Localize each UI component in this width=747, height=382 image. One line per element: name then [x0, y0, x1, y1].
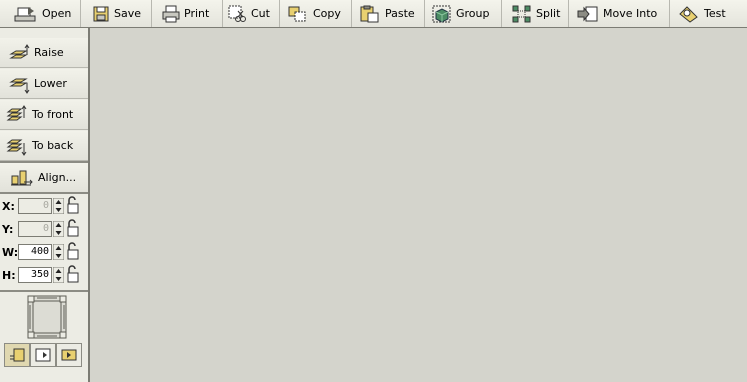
raise-button[interactable]: Raise — [0, 38, 88, 68]
test-button[interactable]: Test — [670, 0, 747, 27]
split-button[interactable]: Split — [502, 0, 569, 27]
save-button[interactable]: Save — [81, 0, 152, 27]
cut-label: Cut — [251, 7, 270, 20]
w-field-row: W: 400 — [2, 241, 80, 263]
h-label: H: — [2, 268, 16, 282]
main-toolbar: Open Save Print Cut Copy Paste Group Spl… — [0, 0, 747, 28]
spinner-arrows-icon — [52, 243, 65, 261]
to-front-icon — [6, 104, 27, 120]
h-field-row: H: 350 — [2, 264, 80, 286]
save-icon — [93, 6, 109, 21]
move-into-button[interactable]: Move Into — [569, 0, 670, 27]
to-front-label: To front — [32, 108, 74, 121]
h-spinner[interactable] — [52, 266, 65, 284]
to-back-button[interactable]: To back — [0, 131, 88, 161]
y-label: Y: — [2, 222, 14, 236]
group-icon — [432, 5, 451, 23]
x-lock-toggle[interactable] — [66, 195, 80, 217]
w-spinner[interactable] — [52, 243, 65, 261]
test-label: Test — [704, 7, 726, 20]
spinner-arrows-icon — [52, 266, 65, 284]
lower-icon — [9, 78, 30, 94]
print-label: Print — [184, 7, 210, 20]
copy-button[interactable]: Copy — [280, 0, 352, 27]
sidebar-divider — [0, 192, 88, 194]
sidebar-divider — [0, 290, 88, 292]
spinner-arrows-icon — [52, 220, 65, 238]
to-back-icon — [6, 139, 27, 156]
copy-icon — [288, 6, 306, 21]
y-field-row: Y: 0 — [2, 218, 80, 240]
unlock-icon — [67, 195, 79, 213]
raise-icon — [9, 43, 30, 58]
frame-anchor-icon — [27, 295, 67, 339]
align-icon — [11, 170, 33, 185]
paste-label: Paste — [385, 7, 415, 20]
open-label: Open — [42, 7, 72, 20]
group-button[interactable]: Group — [425, 0, 502, 27]
anchor-frame-widget[interactable] — [27, 295, 67, 339]
x-label: X: — [2, 199, 15, 213]
split-label: Split — [536, 7, 561, 20]
y-lock-toggle[interactable] — [66, 218, 80, 240]
unlock-icon — [67, 218, 79, 236]
x-input[interactable]: 0 — [18, 198, 52, 214]
raise-label: Raise — [34, 46, 64, 59]
copy-label: Copy — [313, 7, 341, 20]
open-icon — [14, 6, 36, 21]
align-button[interactable]: Align... — [0, 163, 88, 193]
alignment-mode-group — [4, 343, 82, 367]
lower-label: Lower — [34, 77, 67, 90]
w-label: W: — [2, 245, 19, 259]
align-right-button[interactable] — [56, 343, 82, 367]
move-into-label: Move Into — [603, 7, 658, 20]
align-center-button[interactable] — [30, 343, 56, 367]
scissors-icon — [228, 5, 246, 22]
to-front-button[interactable]: To front — [0, 100, 88, 130]
test-icon — [679, 5, 698, 23]
group-label: Group — [456, 7, 490, 20]
left-sidebar: Raise Lower To front To back Align... X:… — [0, 28, 90, 382]
x-field-row: X: 0 — [2, 195, 80, 217]
align-center-icon — [35, 348, 51, 362]
save-label: Save — [114, 7, 142, 20]
align-left-icon — [10, 348, 25, 362]
w-lock-toggle[interactable] — [66, 241, 80, 263]
align-label: Align... — [38, 171, 77, 184]
paste-icon — [360, 5, 379, 22]
spinner-arrows-icon — [52, 197, 65, 215]
lower-button[interactable]: Lower — [0, 69, 88, 99]
printer-icon — [162, 5, 180, 22]
unlock-icon — [67, 264, 79, 282]
paste-button[interactable]: Paste — [352, 0, 425, 27]
h-input[interactable]: 350 — [18, 267, 52, 283]
h-lock-toggle[interactable] — [66, 264, 80, 286]
move-into-icon — [577, 6, 598, 21]
to-back-label: To back — [32, 139, 74, 152]
align-left-button[interactable] — [4, 343, 30, 367]
split-icon — [512, 5, 531, 22]
open-button[interactable]: Open — [0, 0, 81, 27]
cut-button[interactable]: Cut — [223, 0, 280, 27]
design-canvas[interactable] — [90, 28, 747, 382]
w-input[interactable]: 400 — [18, 244, 52, 260]
y-spinner[interactable] — [52, 220, 65, 238]
align-right-icon — [61, 349, 77, 361]
print-button[interactable]: Print — [152, 0, 223, 27]
unlock-icon — [67, 241, 79, 259]
x-spinner[interactable] — [52, 197, 65, 215]
y-input[interactable]: 0 — [18, 221, 52, 237]
